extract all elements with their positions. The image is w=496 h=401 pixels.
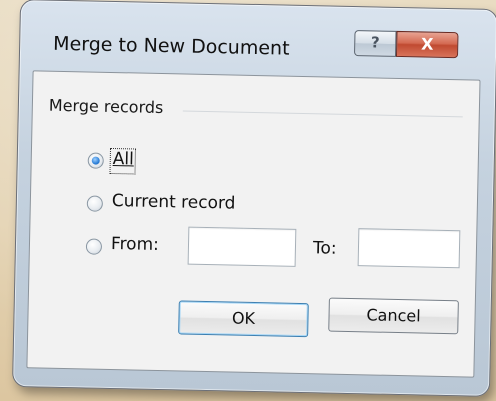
dialog-title: Merge to New Document	[52, 32, 290, 60]
group-divider	[182, 110, 463, 118]
from-input[interactable]	[187, 226, 297, 267]
dialog-body: Merge records All Current record From: T…	[26, 70, 481, 378]
to-input[interactable]	[357, 228, 461, 269]
merge-records-group-label: Merge records	[48, 95, 170, 118]
help-icon: ?	[370, 33, 380, 52]
all-radio[interactable]	[87, 152, 104, 169]
help-button[interactable]: ?	[353, 30, 397, 57]
all-radio-label[interactable]: All	[113, 149, 134, 169]
close-button[interactable]: X	[395, 30, 459, 59]
ok-button[interactable]: OK	[178, 300, 309, 338]
to-label: To:	[312, 238, 337, 259]
current-record-radio[interactable]	[86, 195, 104, 212]
current-record-radio-label[interactable]: Current record	[112, 191, 236, 214]
merge-dialog: Merge to New Document ? X Merge records …	[11, 0, 496, 397]
from-radio[interactable]	[85, 238, 103, 255]
cancel-button[interactable]: Cancel	[328, 297, 459, 335]
from-radio-label[interactable]: From:	[111, 234, 159, 255]
close-icon: X	[420, 34, 434, 54]
